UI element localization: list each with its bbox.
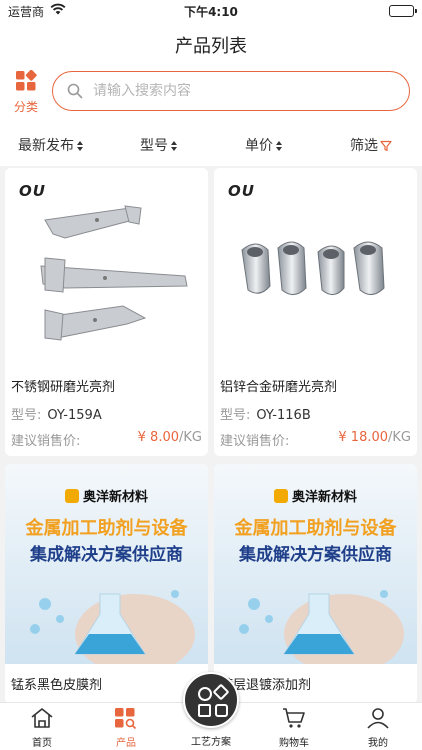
banner-brand: 奥洋新材料 [214,486,417,505]
user-icon [367,708,389,729]
brand-logo: OU [19,182,46,200]
filter-label: 筛选 [350,138,378,154]
banner-brand-text: 奥洋新材料 [82,490,148,505]
price-amount: ¥ 8.00 [137,430,180,445]
product-name: 不锈钢研磨光亮剂 [11,380,116,395]
filter-button[interactable]: 筛选 [350,135,392,155]
price-value: ¥ 18.00/KG [338,430,411,445]
category-grid-icon [15,69,37,96]
tab-products-label: 产品 [116,738,136,749]
brand-logo: OU [228,182,255,200]
sort-bar: 最新发布 型号 单价 筛选 [0,118,422,166]
product-search-icon [115,708,137,730]
cart-icon [283,708,305,728]
product-card[interactable]: OU 不锈钢研磨光亮剂 型号: OY-159A 建议销售价: ¥ 8.00/KG [5,168,208,456]
model-label: 型号: [220,408,251,423]
price-unit: /KG [179,430,202,445]
status-bar: 运营商 下午4:10 [0,0,422,22]
product-name: 锰系黑色皮膜剂 [11,678,103,693]
clock: 下午4:10 [184,5,238,19]
category-label: 分类 [13,100,38,114]
banner-brand-text: 奥洋新材料 [291,490,357,505]
banner-subheadline: 集成解决方案供应商 [239,545,392,565]
search-row: 分类 [0,66,422,118]
banner-brand: 奥洋新材料 [5,486,208,505]
nav-header: 产品列表 [0,22,422,66]
banner-headline: 金属加工助剂与设备 [234,518,397,539]
sort-model-label: 型号 [140,138,168,154]
price-label: 建议销售价: [220,434,290,449]
product-name: 铝锌合金研磨光亮剂 [220,380,338,395]
sort-latest-button[interactable]: 最新发布 [18,135,84,155]
tab-solutions-button[interactable] [183,672,239,728]
search-input[interactable] [93,80,393,102]
banner-subheadline: 集成解决方案供应商 [30,545,183,565]
tab-home-label: 首页 [32,738,52,749]
filter-funnel-icon [380,140,392,152]
sort-model-button[interactable]: 型号 [140,135,178,155]
search-box[interactable] [52,71,410,111]
home-icon [31,708,53,728]
tab-cart-label: 购物车 [279,738,309,749]
model-label: 型号: [11,408,42,423]
sort-arrows-icon [77,141,83,151]
page-title: 产品列表 [175,36,247,57]
tab-mine[interactable]: 我的 [343,707,413,749]
search-icon [67,83,83,103]
tab-solutions-label: 工艺方案 [191,737,231,748]
price-label: 建议销售价: [11,434,81,449]
sort-latest-label: 最新发布 [18,138,74,154]
price-unit: /KG [388,430,411,445]
product-card[interactable]: 奥洋新材料 金属加工助剂与设备 集成解决方案供应商 锰系黑色皮膜剂 [5,464,208,704]
company-logo-icon [273,489,288,503]
sort-price-button[interactable]: 单价 [245,135,283,155]
sort-price-label: 单价 [245,138,273,154]
tab-cart[interactable]: 购物车 [259,707,329,749]
price-value: ¥ 8.00/KG [138,430,202,445]
tab-home[interactable]: 首页 [7,707,77,749]
product-model-line: 型号: OY-159A [11,404,102,423]
price-amount: ¥ 18.00 [338,430,389,445]
company-logo-icon [64,489,79,503]
product-card[interactable]: 奥洋新材料 金属加工助剂与设备 集成解决方案供应商 镀层退镀添加剂 [214,464,417,704]
category-button[interactable]: 分类 [10,69,42,114]
sort-arrows-icon [171,141,177,151]
sort-arrows-icon [276,141,282,151]
shapes-icon [198,684,229,717]
tab-products[interactable]: 产品 [91,707,161,749]
model-value: OY-159A [47,408,102,423]
product-grid: OU 不锈钢研磨光亮剂 型号: OY-159A 建议销售价: ¥ 8.00/KG … [0,166,422,704]
product-model-line: 型号: OY-116B [220,404,311,423]
product-card[interactable]: OU 铝锌合金研磨光亮剂 型号: OY-116B 建议销售价: ¥ 18.00/K… [214,168,417,456]
battery-icon [389,5,417,17]
promo-banner: 奥洋新材料 金属加工助剂与设备 集成解决方案供应商 [5,464,208,664]
tab-mine-label: 我的 [368,738,388,749]
promo-banner: 奥洋新材料 金属加工助剂与设备 集成解决方案供应商 [214,464,417,664]
banner-headline: 金属加工助剂与设备 [25,518,188,539]
model-value: OY-116B [256,408,311,423]
